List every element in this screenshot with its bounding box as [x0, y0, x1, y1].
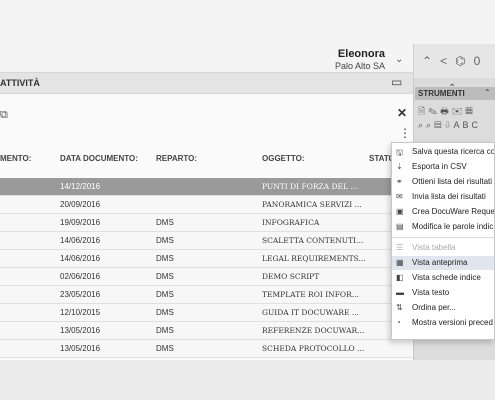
chevron-up-icon[interactable]: ⌃: [422, 54, 432, 68]
cell-subject: REFERENZE DOCUWAR...: [262, 326, 365, 335]
table-row[interactable]: 19/09/2016 DMS INFOGRAFICA: [0, 214, 413, 232]
cell-date: 14/12/2016: [60, 182, 101, 191]
panel-toggle-icon[interactable]: ▭: [391, 75, 402, 89]
external-link-icon[interactable]: ⧉: [0, 109, 8, 122]
menu-item[interactable]: ▦ Vista anteprima: [392, 256, 494, 270]
cell-date: 14/06/2016: [60, 236, 101, 245]
menu-item-label: Ottieni lista dei risultati: [412, 177, 493, 186]
chevron-down-icon[interactable]: ⌄: [395, 54, 403, 65]
menu-item-label: Ordina per...: [412, 303, 457, 312]
tools-icon-grid[interactable]: 🗎✎🖶✉▦ ⌕⌕▤⇩ABC: [418, 104, 494, 132]
menu-item-label: Salva questa ricerca co: [412, 147, 495, 156]
menu-item-icon: ▬: [396, 288, 404, 297]
menu-item[interactable]: ◧ Vista schede indice: [392, 271, 494, 285]
menu-item[interactable]: ⚭ Ottieni lista dei risultati: [392, 175, 494, 189]
menu-item-label: Vista schede indice: [412, 273, 481, 282]
menu-item[interactable]: ⇅ Ordina per...: [392, 301, 494, 315]
menu-item-icon: ⚭: [396, 177, 403, 186]
cell-date: 23/05/2016: [60, 290, 101, 299]
menu-item-icon: ▦: [396, 258, 404, 267]
table-row[interactable]: 12/10/2015 DMS GUIDA IT DOCUWARE ...: [0, 304, 413, 322]
column-header-date[interactable]: DATA DOCUMENTO:: [60, 154, 138, 163]
user-organization: Palo Alto SA: [334, 61, 385, 71]
cell-department: DMS: [156, 308, 174, 317]
cell-department: DMS: [156, 236, 174, 245]
menu-item-label: Esporta in CSV: [412, 162, 467, 171]
cell-date: 20/09/2016: [60, 200, 101, 209]
cell-date: 13/05/2016: [60, 344, 101, 353]
menu-item-icon: ◔: [396, 318, 401, 327]
cell-date: 02/06/2016: [60, 272, 101, 281]
cell-subject: PUNTI DI FORZA DEL ...: [262, 182, 358, 191]
cell-subject: LEGAL REQUIREMENTS...: [262, 254, 366, 263]
context-menu: 🖫 Salva questa ricerca co ⇣ Esporta in CSV ⚭…: [391, 142, 495, 340]
table-row[interactable]: 13/05/2016 DMS REFERENZE DOCUWAR...: [0, 322, 413, 340]
menu-item-label: Mostra versioni preced: [412, 318, 493, 327]
cell-date: 14/06/2016: [60, 254, 101, 263]
more-options-icon[interactable]: ⋮: [399, 126, 411, 140]
close-icon[interactable]: ✕: [397, 106, 407, 120]
cell-department: DMS: [156, 326, 174, 335]
menu-item[interactable]: ▤ Modifica le parole indic: [392, 220, 494, 234]
cell-subject: TEMPLATE ROI INFOR...: [262, 290, 359, 299]
menu-item-label: Modifica le parole indic: [412, 222, 494, 231]
menu-item-icon: ⇅: [396, 303, 403, 312]
cell-date: 12/10/2015: [60, 308, 101, 317]
cell-date: 19/09/2016: [60, 218, 101, 227]
cell-subject: PANORAMICA SERVIZI ...: [262, 200, 362, 209]
column-header-document[interactable]: MENTO:: [0, 154, 31, 163]
cell-department: DMS: [156, 254, 174, 263]
menu-item-label: Crea DocuWare Reque: [412, 207, 495, 216]
navigation-controls: ⌃ < ⌬ 0: [413, 44, 495, 78]
menu-item[interactable]: ▬ Vista testo: [392, 286, 494, 300]
menu-item[interactable]: ✉ Invia lista dei risultati: [392, 190, 494, 204]
menu-item[interactable]: ◔ Mostra versioni preced: [392, 316, 494, 330]
menu-item[interactable]: ▣ Crea DocuWare Reque: [392, 205, 495, 219]
menu-item-icon: 🖫: [396, 148, 403, 157]
cell-subject: GUIDA IT DOCUWARE ...: [262, 308, 360, 317]
chevron-left-icon[interactable]: <: [440, 54, 447, 68]
table-row[interactable]: 23/05/2016 DMS TEMPLATE ROI INFOR...: [0, 286, 413, 304]
column-header-subject[interactable]: OGGETTO:: [262, 154, 305, 163]
table-row[interactable]: 14/06/2016 DMS SCALETTA CONTENUTI...: [0, 232, 413, 250]
table-row[interactable]: 13/05/2016 DMS SCHEDA PROTOCOLLO ...: [0, 340, 413, 358]
tab-bar: [0, 72, 413, 94]
cell-department: DMS: [156, 344, 174, 353]
menu-item-label: Vista anteprima: [412, 258, 468, 267]
cell-date: 13/05/2016: [60, 326, 101, 335]
column-header-department[interactable]: REPARTO:: [156, 154, 197, 163]
menu-item: ☰ Vista tabella: [392, 241, 494, 255]
table-row[interactable]: 14/06/2016 DMS LEGAL REQUIREMENTS...: [0, 250, 413, 268]
collapse-icon[interactable]: ⌃: [484, 88, 491, 97]
cell-subject: DEMO SCRIPT: [262, 272, 320, 281]
menu-item-icon: ⇣: [396, 162, 403, 171]
menu-item-label: Invia lista dei risultati: [412, 192, 486, 201]
table-row[interactable]: 02/06/2016 DMS DEMO SCRIPT: [0, 268, 413, 286]
menu-item[interactable]: 🖫 Salva questa ricerca co: [392, 145, 495, 159]
menu-item-label: Vista tabella: [412, 243, 456, 252]
menu-item-label: Vista testo: [412, 288, 450, 297]
menu-item-icon: ◧: [396, 273, 404, 282]
cell-subject: INFOGRAFICA: [262, 218, 320, 227]
footer-area: [0, 360, 495, 400]
menu-item[interactable]: ⇣ Esporta in CSV: [392, 160, 494, 174]
menu-item-icon: ▣: [396, 207, 404, 216]
tab-attivita[interactable]: ATTIVITÀ: [0, 78, 40, 88]
cell-department: DMS: [156, 218, 174, 227]
layers-icon[interactable]: ⌬: [455, 54, 465, 68]
menu-item-icon: ☰: [396, 243, 404, 252]
table-row[interactable]: 14/12/2016 PUNTI DI FORZA DEL ...: [0, 178, 413, 196]
user-name[interactable]: Eleonora: [338, 48, 385, 60]
table-row[interactable]: 20/09/2016 PANORAMICA SERVIZI ...: [0, 196, 413, 214]
menu-item-icon: ▤: [396, 222, 404, 231]
cell-department: DMS: [156, 272, 174, 281]
menu-divider: [392, 237, 494, 238]
counter-label: 0: [473, 54, 481, 68]
cell-department: DMS: [156, 290, 174, 299]
cell-subject: SCHEDA PROTOCOLLO ...: [262, 344, 365, 353]
menu-item-icon: ✉: [396, 192, 403, 201]
cell-subject: SCALETTA CONTENUTI...: [262, 236, 364, 245]
tools-title: STRUMENTI: [418, 89, 465, 98]
